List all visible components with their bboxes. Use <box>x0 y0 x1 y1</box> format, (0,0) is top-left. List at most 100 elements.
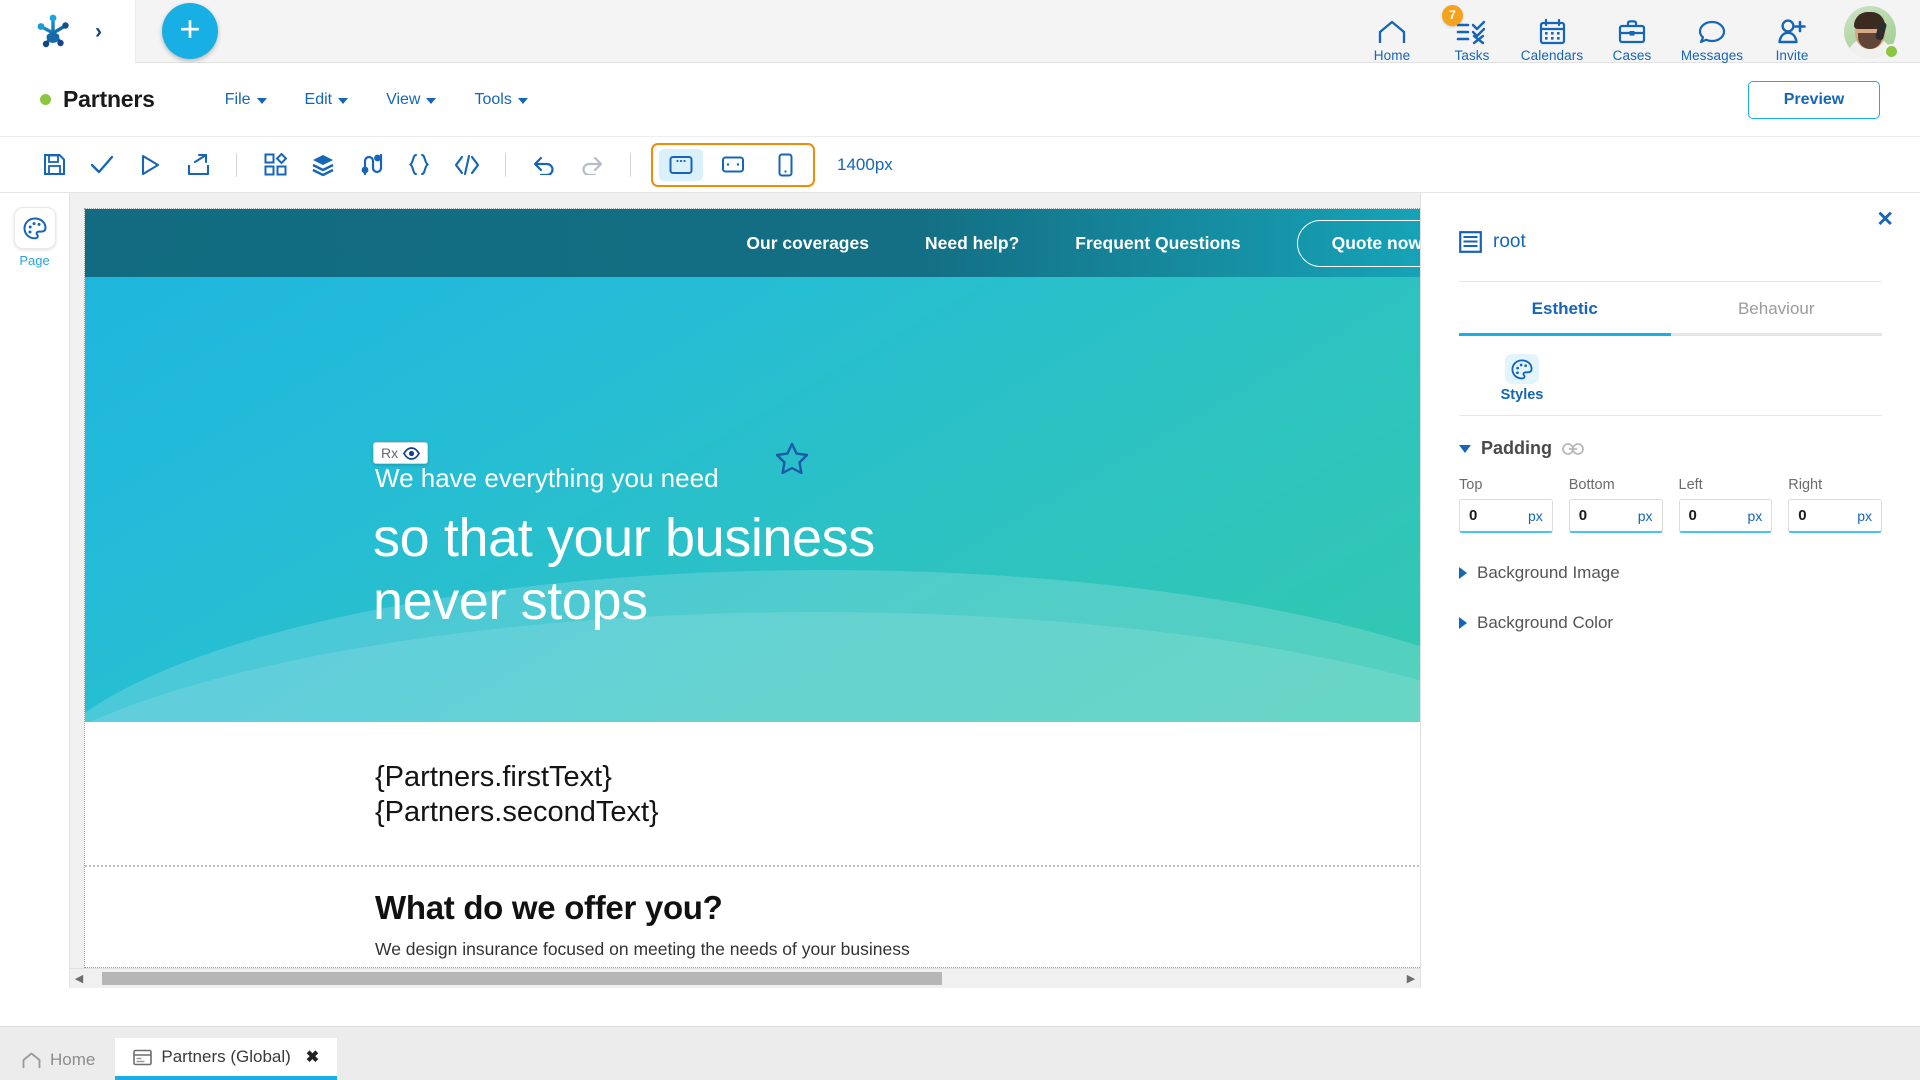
save-icon[interactable] <box>30 143 78 187</box>
publish-icon[interactable] <box>174 143 222 187</box>
padding-right-unit: px <box>1857 507 1872 524</box>
chevron-right-icon[interactable]: › <box>95 21 102 42</box>
check-icon[interactable] <box>78 143 126 187</box>
avatar[interactable] <box>1844 5 1899 60</box>
padding-left-input[interactable]: 0 px <box>1678 499 1773 533</box>
menu-tools[interactable]: Tools <box>474 91 528 109</box>
layers-icon[interactable] <box>299 143 347 187</box>
hero-section[interactable]: Rx We have everything you need so that y… <box>85 277 1420 722</box>
padding-left-value: 0 <box>1688 507 1697 524</box>
hero-headline: so that your business never stops <box>373 507 875 633</box>
home-icon <box>1377 18 1407 45</box>
nav-item-messages[interactable]: Messages <box>1674 5 1750 63</box>
redo-icon[interactable] <box>568 143 616 187</box>
chevron-down-icon <box>338 97 349 104</box>
document-status-dot <box>40 94 51 105</box>
padding-left-field: Left 0 px <box>1678 477 1773 533</box>
selected-node-header: root <box>1459 193 1882 253</box>
site-link-help[interactable]: Need help? <box>925 233 1019 254</box>
page-icon <box>133 1049 153 1066</box>
bottom-tab-partners[interactable]: Partners (Global) ✖ <box>115 1038 338 1080</box>
nav-label-tasks: Tasks <box>1454 47 1490 63</box>
chevron-down-icon <box>426 97 437 104</box>
padding-right-input[interactable]: 0 px <box>1788 499 1882 533</box>
bottom-tab-partners-label: Partners (Global) <box>161 1047 291 1066</box>
menu-edit[interactable]: Edit <box>305 91 349 109</box>
padding-section-toggle[interactable]: Padding <box>1459 438 1882 459</box>
padding-bottom-unit: px <box>1637 507 1653 524</box>
bottom-tab-home[interactable]: Home <box>0 1040 115 1080</box>
bottom-tab-home-label: Home <box>50 1050 96 1069</box>
mobile-icon[interactable] <box>763 149 807 181</box>
site-link-faq[interactable]: Frequent Questions <box>1075 233 1240 254</box>
page-frame[interactable]: Our coverages Need help? Frequent Questi… <box>84 208 1420 968</box>
background-image-section-toggle[interactable]: Background Image <box>1459 563 1882 583</box>
brand-logo-icon[interactable] <box>33 13 73 49</box>
braces-icon[interactable] <box>395 143 443 187</box>
user-add-icon <box>1777 18 1807 45</box>
scrollbar-thumb[interactable] <box>102 972 942 985</box>
desktop-icon[interactable] <box>659 148 703 181</box>
padding-bottom-value: 0 <box>1578 507 1588 524</box>
nav-label-cases: Cases <box>1612 47 1652 63</box>
nav-item-tasks[interactable]: 7 Tasks <box>1434 4 1510 63</box>
offer-heading: What do we offer you? <box>375 888 723 926</box>
palette-icon <box>13 207 56 249</box>
rx-badge-label: Rx <box>381 445 399 461</box>
left-rail: Page <box>0 193 70 988</box>
quote-now-button[interactable]: Quote now <box>1296 219 1420 267</box>
site-link-coverages[interactable]: Our coverages <box>746 233 869 254</box>
eye-icon[interactable] <box>403 446 421 460</box>
add-button[interactable]: + <box>162 3 218 59</box>
tablet-icon[interactable] <box>711 149 755 181</box>
panel-tabs: Esthetic Behaviour <box>1459 282 1882 336</box>
canvas-horizontal-scrollbar[interactable]: ◀ ▶ <box>70 968 1420 988</box>
padding-bottom-field: Bottom 0 px <box>1568 477 1663 533</box>
nav-item-calendars[interactable]: Calendars <box>1514 5 1590 63</box>
bottom-tab-close-icon[interactable]: ✖ <box>306 1047 319 1067</box>
nav-item-home[interactable]: Home <box>1354 5 1430 63</box>
canvas-area[interactable]: Our coverages Need help? Frequent Questi… <box>70 193 1420 988</box>
padding-top-input[interactable]: 0 px <box>1459 499 1553 533</box>
palette-icon <box>1505 354 1539 384</box>
preview-button[interactable]: Preview <box>1748 80 1880 119</box>
tab-esthetic[interactable]: Esthetic <box>1459 282 1671 336</box>
home-outline-icon <box>22 1052 41 1069</box>
scroll-left-arrow[interactable]: ◀ <box>70 972 88 985</box>
bottom-tab-bar: Home Partners (Global) ✖ <box>0 1026 1920 1080</box>
link-icon[interactable] <box>1562 442 1584 455</box>
chevron-down-icon <box>1459 444 1471 453</box>
chevron-right-icon <box>1459 617 1467 629</box>
background-color-section-toggle[interactable]: Background Color <box>1459 613 1882 633</box>
code-icon[interactable] <box>443 143 491 187</box>
undo-icon[interactable] <box>520 143 568 187</box>
styles-button[interactable]: Styles <box>1479 354 1565 403</box>
template-text-block[interactable]: {Partners.firstText} {Partners.secondTex… <box>85 722 1420 831</box>
padding-bottom-input[interactable]: 0 px <box>1568 499 1663 533</box>
menu-file[interactable]: File <box>225 91 267 109</box>
nav-item-invite[interactable]: Invite <box>1754 5 1830 63</box>
scroll-right-arrow[interactable]: ▶ <box>1402 972 1420 985</box>
tab-behaviour[interactable]: Behaviour <box>1670 282 1882 336</box>
styles-rule <box>1459 415 1882 416</box>
menu-bar: File Edit View Tools <box>225 91 528 109</box>
hero-headline-line2: never stops <box>373 571 648 632</box>
scrollbar-track[interactable] <box>88 972 1402 985</box>
tasks-badge: 7 <box>1442 4 1463 26</box>
menu-view[interactable]: View <box>386 91 437 109</box>
device-size-group <box>651 142 815 187</box>
chevron-right-icon <box>1459 567 1467 579</box>
viewport-width-label: 1400px <box>837 154 893 174</box>
rx-element-badge[interactable]: Rx <box>373 442 429 464</box>
chevron-down-icon <box>517 97 528 104</box>
root-node-icon <box>1459 231 1482 253</box>
play-icon[interactable] <box>126 143 174 187</box>
close-icon[interactable]: ✕ <box>1876 209 1894 230</box>
template-line-second: {Partners.secondText} <box>375 796 659 829</box>
components-icon[interactable] <box>251 143 299 187</box>
template-line-first: {Partners.firstText} <box>375 761 612 793</box>
rail-item-page[interactable]: Page <box>13 207 56 268</box>
calendar-icon <box>1539 18 1566 45</box>
flow-icon[interactable] <box>347 143 395 187</box>
nav-item-cases[interactable]: Cases <box>1594 5 1670 63</box>
